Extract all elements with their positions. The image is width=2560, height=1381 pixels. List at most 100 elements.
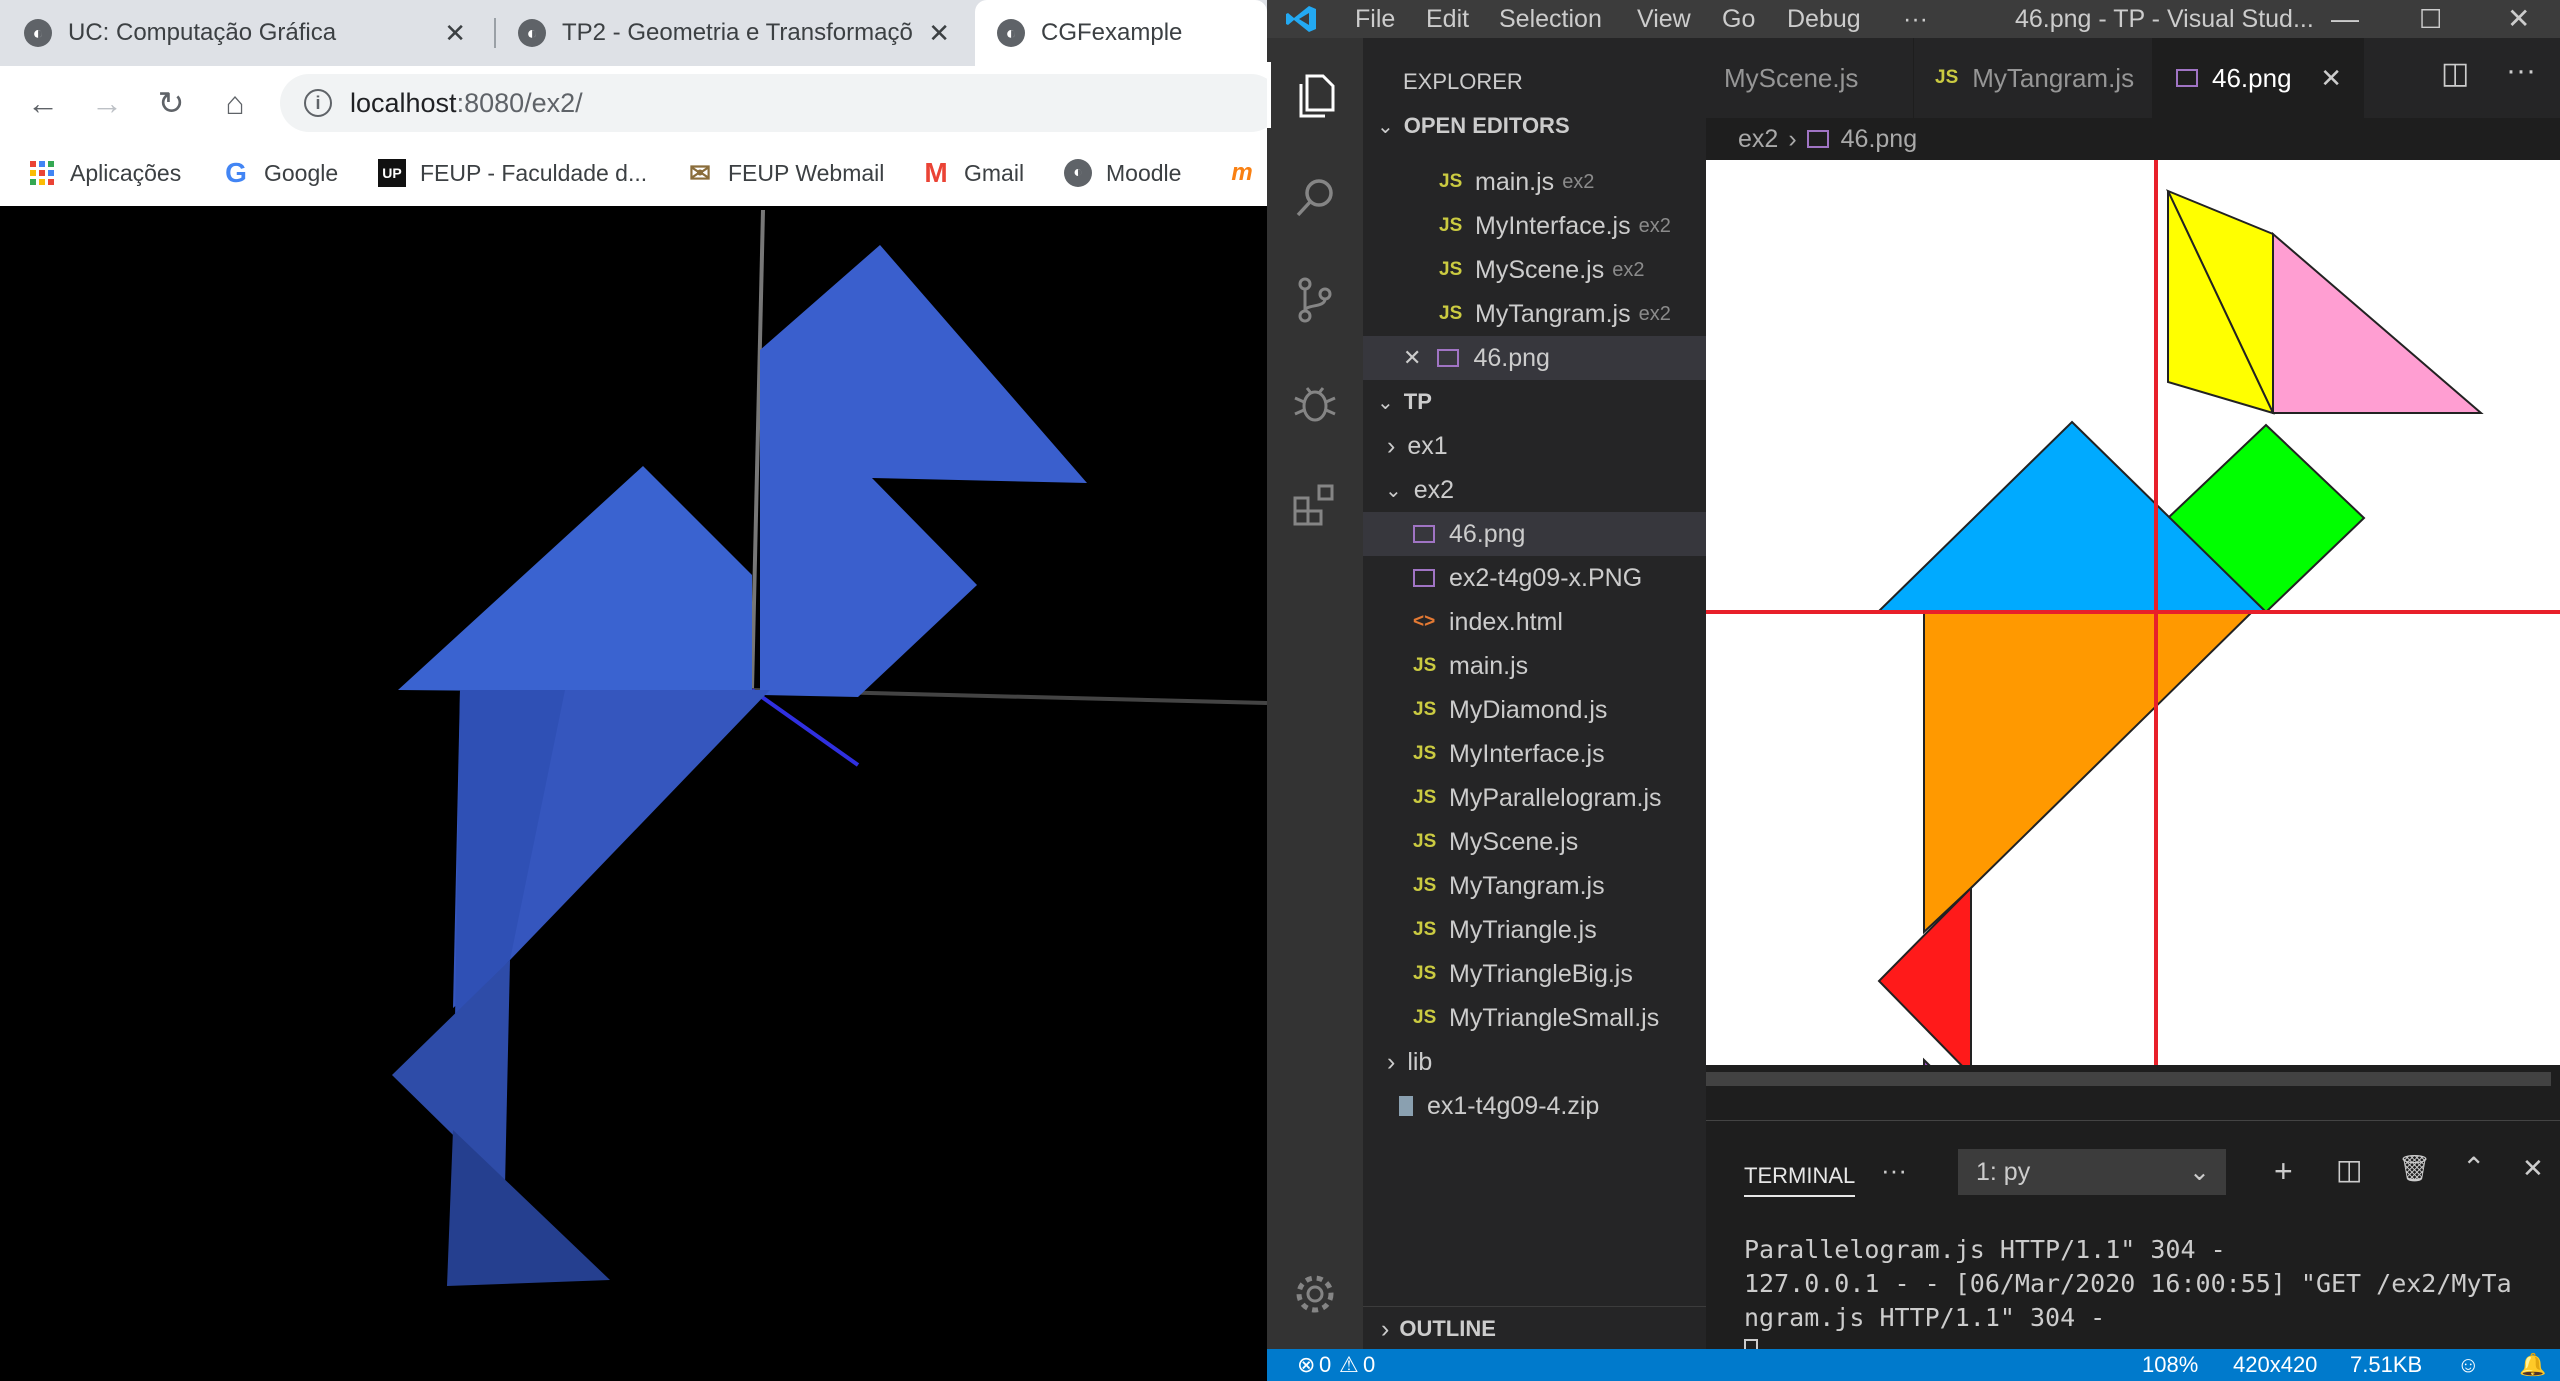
outline-header[interactable]: › OUTLINE: [1363, 1306, 1706, 1351]
file-item[interactable]: JS MyDiamond.js: [1363, 688, 1756, 732]
browser-tab-active[interactable]: ◐ CGFexample: [975, 0, 1267, 66]
terminal-line: 127.0.0.1 - - [06/Mar/2020 16:00:55] "GE…: [1744, 1269, 2512, 1298]
bookmark-gmail[interactable]: M Gmail: [922, 140, 1024, 206]
close-icon[interactable]: ✕: [1403, 345, 1421, 371]
menu-file[interactable]: File: [1355, 0, 1395, 38]
editor-tab[interactable]: JS MyTangram.js: [1915, 38, 2151, 118]
bookmark-moodle-2[interactable]: m: [1228, 140, 1267, 206]
tab-title: TP2 - Geometria e Transformações: [562, 19, 912, 46]
file-item-active[interactable]: 46.png: [1363, 512, 1756, 556]
menu-view[interactable]: View: [1637, 0, 1691, 38]
open-editors-header[interactable]: ⌄ OPEN EDITORS: [1363, 104, 1706, 148]
error-count[interactable]: 0: [1319, 1349, 1331, 1381]
close-icon[interactable]: ✕: [928, 18, 950, 49]
feup-icon: UP: [378, 159, 406, 187]
reload-icon[interactable]: ↻: [148, 80, 194, 126]
open-editor-item-active[interactable]: ✕ 46.png: [1363, 336, 1746, 380]
file-name: MyParallelogram.js: [1449, 783, 1662, 812]
file-item[interactable]: JS MyInterface.js: [1363, 732, 1756, 776]
more-icon[interactable]: ···: [1881, 1155, 1907, 1186]
breadcrumb-file[interactable]: 46.png: [1841, 125, 1917, 154]
terminal-panel: TERMINAL ··· 1: py ⌄ + ◫ 🗑 ⌃ ✕ Parallelo…: [1706, 1120, 2560, 1365]
search-icon[interactable]: [1289, 172, 1341, 224]
browser-tab-2[interactable]: ◐ TP2 - Geometria e Transformações ✕: [518, 0, 968, 66]
bell-icon[interactable]: 🔔: [2519, 1349, 2546, 1381]
file-item[interactable]: JS MyTriangle.js: [1363, 908, 1756, 952]
info-icon[interactable]: i: [304, 89, 332, 117]
menu-more[interactable]: ···: [1903, 0, 1928, 38]
folder-ex1[interactable]: › ex1: [1363, 424, 1730, 468]
zoom-level[interactable]: 108%: [2142, 1349, 2198, 1381]
warning-count[interactable]: 0: [1363, 1349, 1375, 1381]
menu-edit[interactable]: Edit: [1426, 0, 1469, 38]
menu-go[interactable]: Go: [1722, 0, 1755, 38]
explorer-title: EXPLORER: [1403, 69, 1523, 94]
file-item[interactable]: <> index.html: [1363, 600, 1756, 644]
folder-ex2[interactable]: ⌄ ex2: [1363, 468, 1728, 512]
debug-icon[interactable]: [1289, 376, 1341, 428]
editor-tab[interactable]: MyScene.js: [1706, 38, 1914, 118]
address-bar[interactable]: i localhost:8080/ex2/: [280, 74, 1267, 132]
webgl-canvas[interactable]: [0, 206, 1267, 1381]
file-item[interactable]: JS MyTriangleSmall.js: [1363, 996, 1756, 1040]
html-file-icon: <>: [1413, 611, 1436, 632]
feedback-icon[interactable]: ☺: [2457, 1349, 2479, 1381]
bookmark-webmail[interactable]: ✉ FEUP Webmail: [686, 140, 884, 206]
bookmark-apps[interactable]: Aplicações: [28, 140, 181, 206]
back-arrow-icon[interactable]: ←: [20, 80, 66, 126]
settings-gear-icon[interactable]: [1289, 1268, 1341, 1320]
source-control-icon[interactable]: [1289, 274, 1341, 326]
bookmark-feup[interactable]: UP FEUP - Faculdade d...: [378, 140, 647, 206]
file-item[interactable]: JS MyTriangleBig.js: [1363, 952, 1756, 996]
terminal-select[interactable]: 1: py ⌄: [1958, 1149, 2226, 1195]
warning-icon[interactable]: ⚠: [1339, 1349, 1359, 1381]
file-item[interactable]: JS MyScene.js: [1363, 820, 1756, 864]
file-name: MyTriangleBig.js: [1449, 959, 1633, 988]
js-file-icon: JS: [1413, 743, 1437, 764]
file-item[interactable]: JS MyParallelogram.js: [1363, 776, 1756, 820]
file-item-zip[interactable]: ex1-t4g09-4.zip: [1363, 1084, 1742, 1128]
browser-tab-1[interactable]: ◐ UC: Computação Gráfica ✕: [24, 0, 484, 66]
bookmark-google[interactable]: G Google: [222, 140, 338, 206]
file-name: 46.png: [1449, 519, 1526, 548]
trash-icon[interactable]: 🗑: [2398, 1153, 2431, 1184]
bookmark-moodle[interactable]: ◐ Moodle: [1064, 140, 1181, 206]
close-icon[interactable]: ✕: [444, 18, 466, 49]
folder-hint: ex2: [1638, 302, 1671, 325]
editor-tab-active[interactable]: 46.png ✕: [2152, 38, 2364, 118]
explorer-files-icon[interactable]: [1289, 70, 1341, 122]
split-editor-icon[interactable]: ◫: [2441, 56, 2469, 91]
folder-name: lib: [1407, 1047, 1433, 1076]
folder-hint: ex2: [1562, 170, 1595, 193]
outline-label: OUTLINE: [1399, 1316, 1496, 1341]
terminal-tab-label[interactable]: TERMINAL: [1744, 1163, 1856, 1197]
error-icon[interactable]: ⊗: [1297, 1349, 1315, 1381]
close-icon[interactable]: ✕: [2320, 63, 2342, 94]
chevron-up-icon[interactable]: ⌃: [2462, 1151, 2485, 1184]
horizontal-scrollbar[interactable]: [1706, 1072, 2551, 1086]
menu-selection[interactable]: Selection: [1499, 0, 1602, 38]
more-actions-icon[interactable]: ···: [2506, 54, 2536, 88]
file-item[interactable]: ex2-t4g09-x.PNG: [1363, 556, 1756, 600]
home-icon[interactable]: ⌂: [212, 80, 258, 126]
new-terminal-plus-icon[interactable]: +: [2274, 1153, 2293, 1190]
folder-hint: ex2: [1638, 214, 1671, 237]
maximize-icon[interactable]: ☐: [2419, 0, 2442, 38]
extensions-icon[interactable]: [1289, 478, 1341, 530]
file-item[interactable]: JS MyTangram.js: [1363, 864, 1756, 908]
url-path: :8080/ex2/: [456, 87, 583, 118]
tp-folder-header[interactable]: ⌄ TP: [1363, 380, 1706, 424]
upper-tangram-pieces: [760, 245, 1087, 697]
window-title: 46.png - TP - Visual Stud...: [2015, 5, 2314, 33]
close-icon[interactable]: ✕: [2507, 0, 2530, 38]
minimize-icon[interactable]: —: [2331, 0, 2359, 38]
menu-debug[interactable]: Debug: [1787, 0, 1861, 38]
split-terminal-icon[interactable]: ◫: [2336, 1153, 2362, 1186]
tab-title: CGFexample: [1041, 19, 1183, 46]
file-item[interactable]: JS main.js: [1363, 644, 1756, 688]
breadcrumb-folder[interactable]: ex2: [1738, 125, 1778, 154]
close-panel-icon[interactable]: ✕: [2522, 1153, 2544, 1184]
folder-lib[interactable]: › lib: [1363, 1040, 1730, 1084]
forward-arrow-icon[interactable]: →: [84, 80, 130, 126]
vscode-window: File Edit Selection View Go Debug ··· 46…: [1267, 0, 2560, 1381]
